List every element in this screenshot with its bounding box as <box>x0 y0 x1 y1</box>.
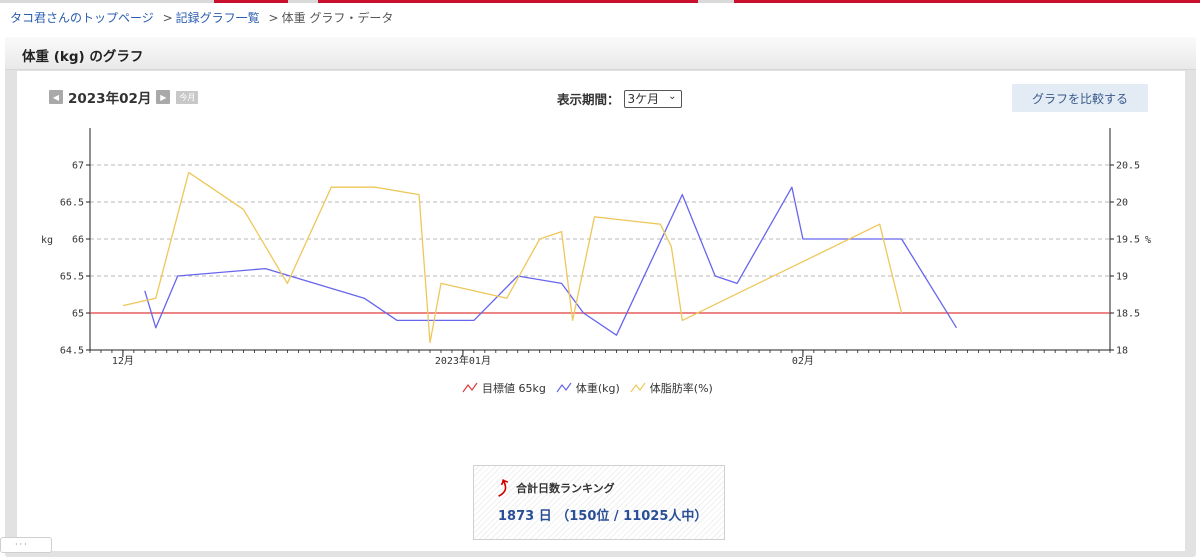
legend-label-body-fat: 体脂肪率(%) <box>649 382 713 395</box>
ranking-box: ⤴ 合計日数ランキング 1873 日 （150位 / 11025人中） <box>473 465 725 540</box>
body-fat-series-line <box>122 171 903 344</box>
legend-line-icon <box>630 382 646 393</box>
y-right-tick-label: 18.5 <box>1116 309 1140 320</box>
y-left-tick-label: 64.5 <box>60 346 84 357</box>
y-right-tick-label: 18 <box>1116 346 1128 357</box>
arrow-up-right-icon: ⤴ <box>492 476 514 500</box>
y-left-tick-label: 65.5 <box>60 272 84 283</box>
ranking-title-text: 合計日数ランキング <box>516 481 615 495</box>
legend-line-icon <box>462 382 478 393</box>
y-left-tick-label: 66.5 <box>60 198 84 209</box>
y-right-tick-label: 19 <box>1116 272 1128 283</box>
ranking-title: ⤴ 合計日数ランキング <box>492 477 615 500</box>
ranking-value: 1873 日 （150位 / 11025人中） <box>498 509 708 524</box>
x-tick-label: 12月 <box>112 355 134 367</box>
y-right-tick-label: 19.5 <box>1116 235 1140 246</box>
legend-label-weight: 体重(kg) <box>575 382 620 395</box>
bottom-tab[interactable]: ··· <box>0 537 52 553</box>
y-axis-right-label: % <box>1145 235 1151 246</box>
legend-item-target[interactable]: 目標値 65kg <box>462 380 546 396</box>
y-right-tick-label: 20.5 <box>1116 161 1140 172</box>
legend-item-weight[interactable]: 体重(kg) <box>556 380 620 396</box>
y-axis-left-label: kg <box>41 235 53 246</box>
chart-legend: 目標値 65kg 体重(kg) 体脂肪率(%) <box>462 380 723 396</box>
legend-item-body-fat[interactable]: 体脂肪率(%) <box>630 380 713 396</box>
x-tick-label: 2023年01月 <box>435 354 491 367</box>
x-tick-label: 02月 <box>792 355 814 367</box>
legend-label-target: 目標値 65kg <box>482 382 546 395</box>
y-left-tick-label: 65 <box>72 309 84 320</box>
y-right-tick-label: 20 <box>1116 198 1128 209</box>
y-left-tick-label: 67 <box>72 161 84 172</box>
legend-line-icon <box>556 382 572 393</box>
y-left-tick-label: 66 <box>72 235 84 246</box>
